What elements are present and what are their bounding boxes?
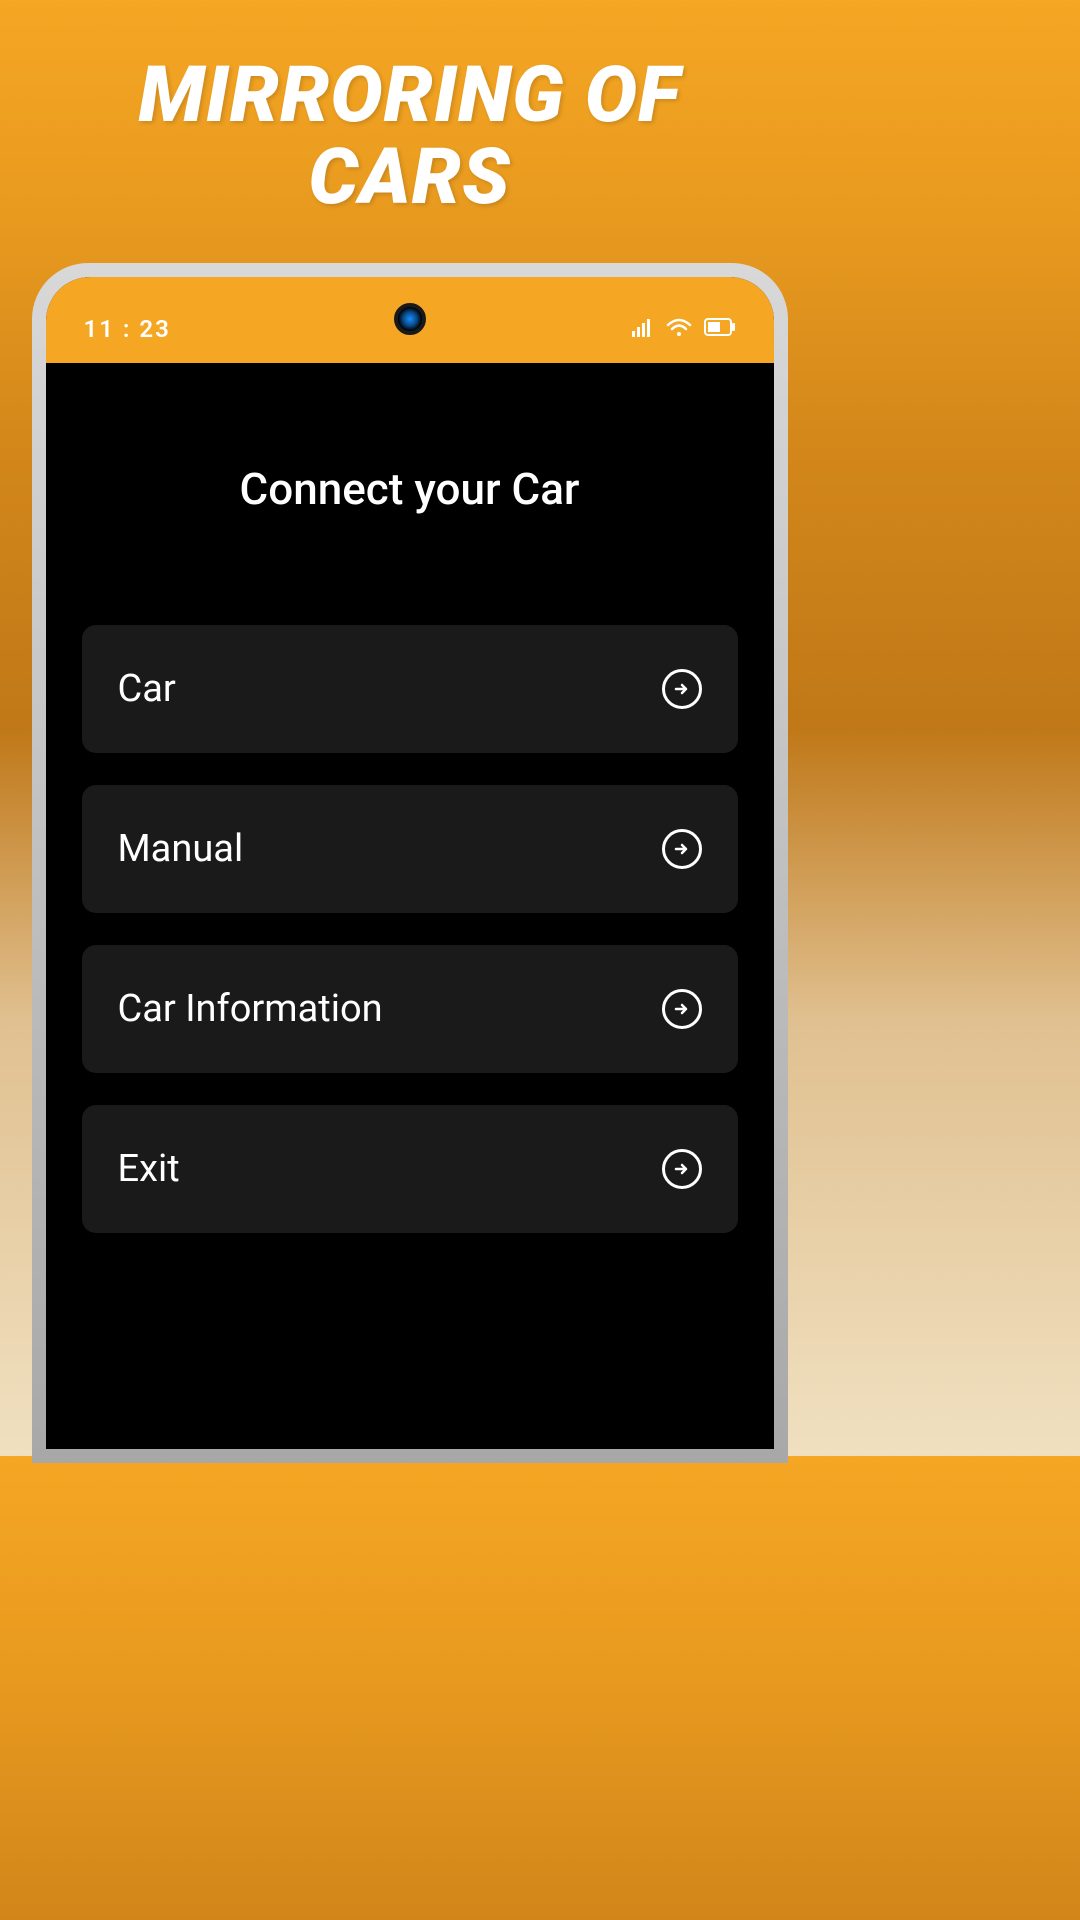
menu-label: Manual <box>118 827 244 871</box>
promo-title: MIRRORING OF CARS <box>0 0 819 219</box>
arrow-right-circle-icon <box>662 989 702 1029</box>
menu-label: Car <box>118 667 176 711</box>
menu-item-car-information[interactable]: Car Information <box>82 945 738 1073</box>
menu-list: Car Manual Car I <box>82 625 738 1233</box>
menu-label: Exit <box>118 1147 180 1191</box>
menu-item-manual[interactable]: Manual <box>82 785 738 913</box>
app-title: Connect your Car <box>82 363 738 625</box>
phone-frame: 11 : 23 <box>32 263 788 1463</box>
signal-icon <box>632 317 654 341</box>
phone-screen: 11 : 23 <box>46 277 774 1449</box>
status-icons <box>632 317 736 341</box>
battery-icon <box>704 318 736 340</box>
promo-title-line1: MIRRORING OF <box>0 55 819 137</box>
promo-title-line2: CARS <box>0 137 819 219</box>
arrow-right-circle-icon <box>662 669 702 709</box>
menu-label: Car Information <box>118 987 383 1031</box>
app-content: Connect your Car Car Manual <box>46 363 774 1449</box>
menu-item-car[interactable]: Car <box>82 625 738 753</box>
status-time: 11 : 23 <box>84 315 171 343</box>
wifi-icon <box>666 317 692 341</box>
arrow-right-circle-icon <box>662 1149 702 1189</box>
menu-item-exit[interactable]: Exit <box>82 1105 738 1233</box>
arrow-right-circle-icon <box>662 829 702 869</box>
camera-notch <box>394 303 426 335</box>
